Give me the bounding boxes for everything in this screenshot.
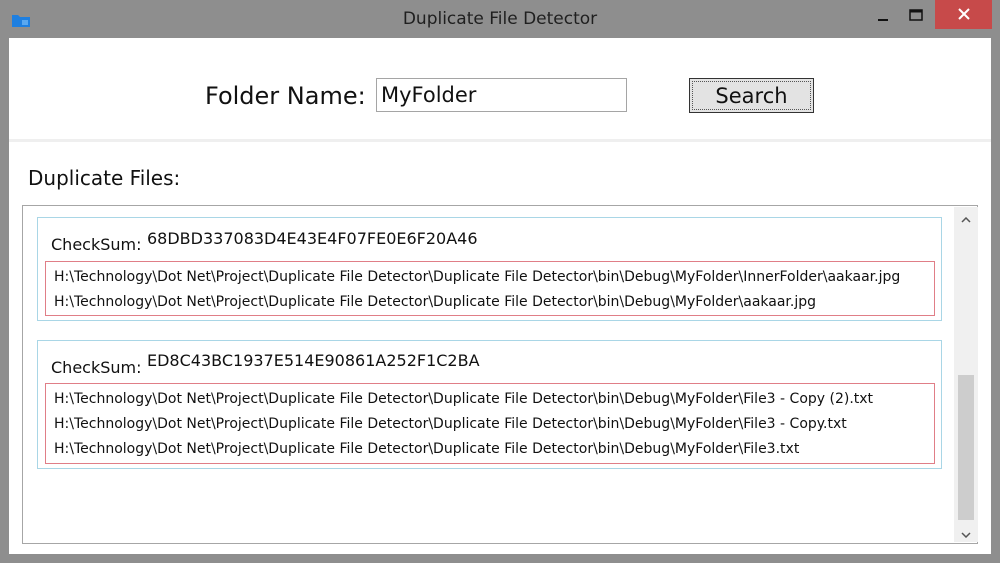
title-bar[interactable]: Duplicate File Detector (0, 0, 1000, 38)
duplicate-files-list[interactable]: CheckSum: 68DBD337083D4E43E4F07FE0E6F20A… (22, 205, 978, 544)
checksum-value: ED8C43BC1937E514E90861A252F1C2BA (147, 351, 480, 370)
checksum-group: CheckSum: ED8C43BC1937E514E90861A252F1C2… (37, 340, 942, 469)
window-title: Duplicate File Detector (402, 9, 598, 29)
file-path-item[interactable]: H:\Technology\Dot Net\Project\Duplicate … (46, 387, 934, 412)
folder-name-input[interactable] (376, 78, 627, 112)
file-path-item[interactable]: H:\Technology\Dot Net\Project\Duplicate … (46, 412, 934, 437)
scroll-up-button[interactable] (954, 207, 978, 227)
file-path-item[interactable]: H:\Technology\Dot Net\Project\Duplicate … (46, 437, 934, 462)
checksum-value: 68DBD337083D4E43E4F07FE0E6F20A46 (147, 229, 478, 248)
minimize-icon (877, 6, 889, 25)
maximize-icon (909, 6, 923, 25)
close-button[interactable] (935, 0, 992, 29)
scroll-down-button[interactable] (954, 522, 978, 542)
file-path-item[interactable]: H:\Technology\Dot Net\Project\Duplicate … (46, 290, 934, 315)
window-frame: Duplicate File Detector Folder Name: Sea… (0, 0, 1000, 563)
client-area: Folder Name: Search Duplicate Files: Che… (9, 38, 991, 554)
file-path-list[interactable]: H:\Technology\Dot Net\Project\Duplicate … (45, 383, 935, 464)
separator (9, 139, 991, 142)
file-path-item[interactable]: H:\Technology\Dot Net\Project\Duplicate … (46, 265, 934, 290)
vertical-scrollbar[interactable] (954, 207, 978, 542)
chevron-up-icon (961, 208, 971, 227)
checksum-label: CheckSum: (51, 358, 142, 377)
maximize-button[interactable] (900, 0, 932, 30)
checksum-group: CheckSum: 68DBD337083D4E43E4F07FE0E6F20A… (37, 217, 942, 321)
folder-name-label: Folder Name: (205, 82, 366, 110)
close-icon (957, 5, 970, 24)
file-path-list[interactable]: H:\Technology\Dot Net\Project\Duplicate … (45, 261, 935, 316)
minimize-button[interactable] (866, 0, 900, 30)
duplicate-files-heading: Duplicate Files: (28, 166, 181, 190)
search-row: Folder Name: Search (9, 38, 991, 138)
checksum-label: CheckSum: (51, 235, 142, 254)
chevron-down-icon (961, 523, 971, 542)
scroll-thumb[interactable] (958, 375, 974, 520)
search-button[interactable]: Search (689, 78, 814, 113)
